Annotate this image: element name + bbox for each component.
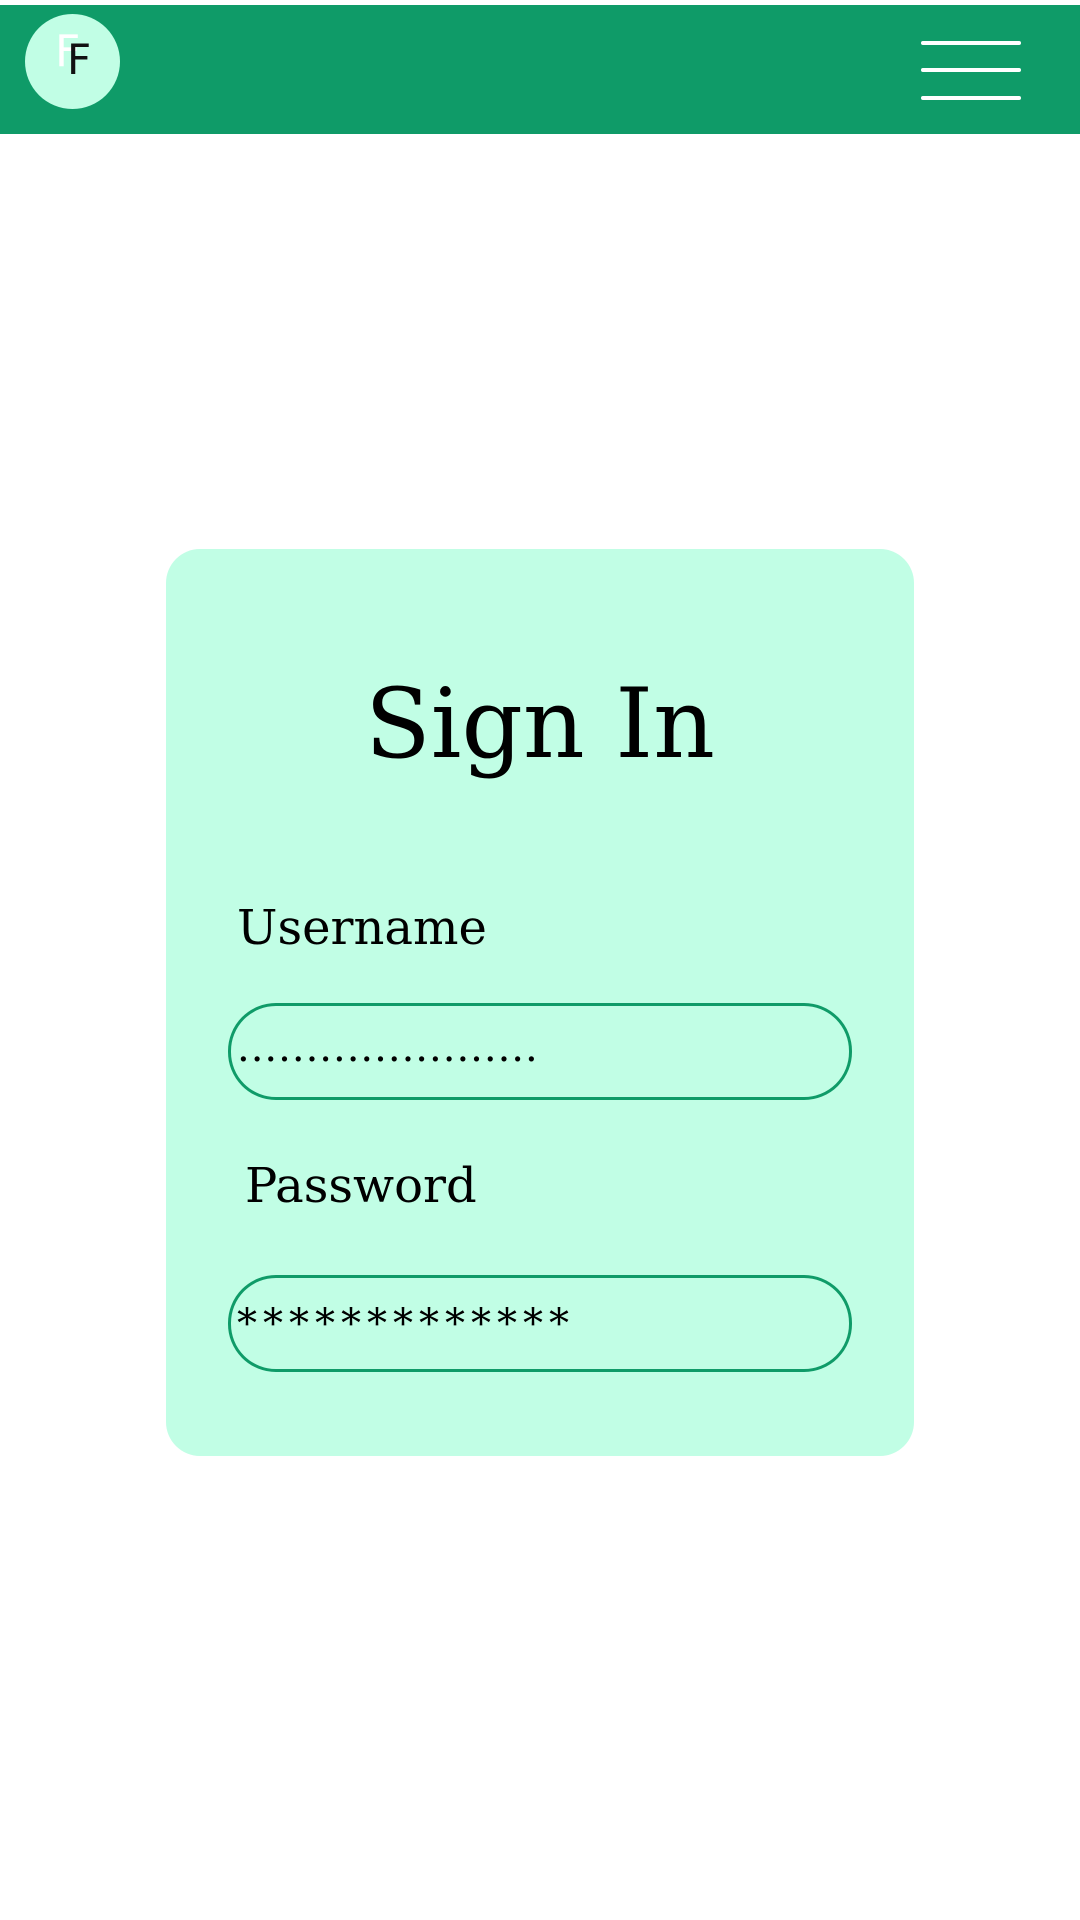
app-header: F F: [0, 5, 1080, 134]
menu-bar-top: [921, 41, 1021, 45]
username-value: ......................: [237, 1025, 539, 1071]
signin-card: Sign In Username ...................... …: [166, 549, 914, 1456]
menu-bar-middle: [921, 68, 1021, 72]
password-label: Password: [245, 1158, 477, 1214]
username-input[interactable]: ......................: [228, 1003, 852, 1100]
password-value: *************: [237, 1301, 575, 1347]
logo-letter: F: [67, 35, 92, 84]
username-label: Username: [237, 900, 487, 956]
signin-title: Sign In: [364, 668, 715, 780]
hamburger-menu-icon[interactable]: [918, 38, 1024, 102]
logo[interactable]: F F: [25, 14, 120, 109]
menu-bar-bottom: [921, 96, 1021, 100]
password-input[interactable]: *************: [228, 1275, 852, 1372]
